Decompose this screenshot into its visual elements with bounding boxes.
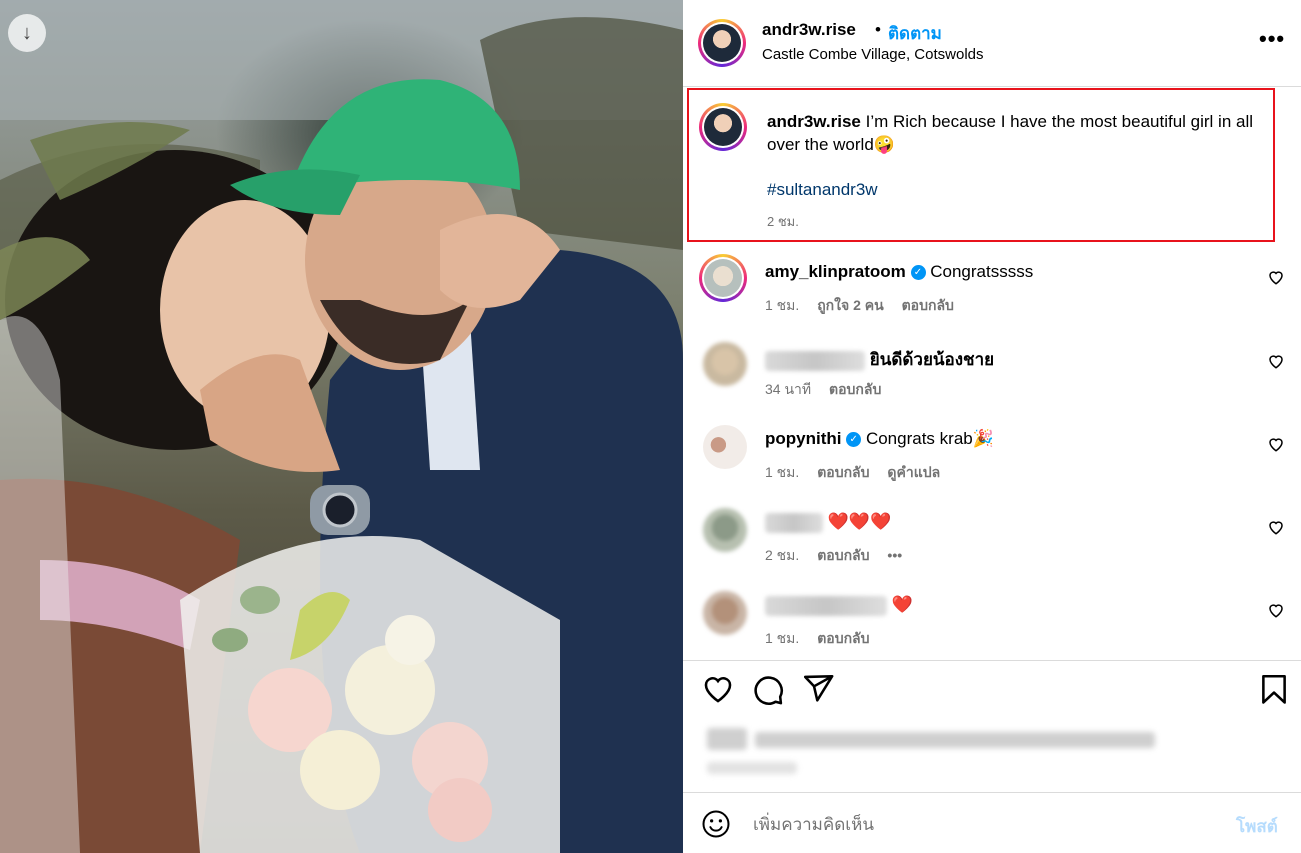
comment-username[interactable]: amy_klinpratoom: [765, 262, 906, 281]
comment-username-blurred[interactable]: [765, 512, 823, 533]
bookmark-icon[interactable]: [1257, 672, 1291, 706]
post-photo: ↓: [0, 0, 683, 853]
caption-avatar[interactable]: [699, 103, 747, 151]
comment-avatar[interactable]: [703, 342, 747, 386]
caption-hashtag[interactable]: #sultanandr3w: [767, 180, 878, 200]
comment-bubble-icon[interactable]: [751, 672, 785, 706]
comment-item: amy_klinpratoom ✓ Congratsssss 1 ชม. ถูก…: [683, 254, 1301, 338]
verified-badge-icon: ✓: [846, 432, 862, 448]
comment-like-heart-icon[interactable]: [1267, 518, 1285, 536]
heart-icon[interactable]: [701, 672, 735, 706]
download-arrow-icon: ↓: [22, 21, 32, 44]
comment-time: 1 ชม.: [765, 297, 800, 313]
comment-avatar[interactable]: [703, 425, 747, 469]
comment-like-heart-icon[interactable]: [1267, 268, 1285, 286]
download-button[interactable]: ↓: [8, 14, 46, 52]
caption-time: 2 ชม.: [767, 214, 799, 229]
post-button[interactable]: โพสต์: [1236, 813, 1278, 840]
paper-plane-icon[interactable]: [801, 672, 835, 706]
comment-time: 1 ชม.: [765, 464, 800, 480]
author-username[interactable]: andr3w.rise: [762, 20, 856, 40]
comment-text: ❤️: [891, 595, 913, 614]
comment-item: ❤️❤️❤️ 2 ชม. ตอบกลับ •••: [683, 508, 1301, 588]
comment-avatar[interactable]: [703, 508, 747, 552]
comment-time: 34 นาที: [765, 381, 812, 397]
comment-avatar[interactable]: [703, 591, 747, 635]
more-options-icon[interactable]: •••: [1259, 26, 1285, 52]
comment-like-heart-icon[interactable]: [1267, 352, 1285, 370]
post-panel: andr3w.rise • ติดตาม Castle Combe Villag…: [683, 0, 1301, 853]
comment-text: ยินดีด้วยน้องชาย: [869, 350, 995, 369]
comment-like-heart-icon[interactable]: [1267, 435, 1285, 453]
photo-illustration: [0, 0, 683, 853]
comment-text: ❤️❤️❤️: [827, 512, 892, 531]
comment-avatar[interactable]: [699, 254, 747, 302]
likes-summary-blurred: [683, 712, 1301, 790]
see-translation-button[interactable]: ดูคำแปล: [887, 464, 940, 480]
comment-item: ❤️ 1 ชม. ตอบกลับ: [683, 591, 1301, 671]
comment-username[interactable]: popynithi: [765, 429, 841, 448]
divider: [683, 660, 1301, 661]
add-comment-bar: โพสต์: [683, 793, 1301, 853]
comment-username-blurred[interactable]: [765, 595, 887, 616]
reply-button[interactable]: ตอบกลับ: [817, 464, 869, 480]
comment-time: 1 ชม.: [765, 630, 800, 646]
follow-button[interactable]: ติดตาม: [888, 20, 942, 47]
comment-text: Congrats krab🎉: [865, 429, 994, 448]
verified-badge-icon: ✓: [910, 265, 926, 281]
action-bar: [683, 672, 1301, 712]
comment-likes-count[interactable]: ถูกใจ 2 คน: [817, 297, 884, 313]
reply-button[interactable]: ตอบกลับ: [902, 297, 954, 313]
comment-time: 2 ชม.: [765, 547, 800, 563]
reply-button[interactable]: ตอบกลับ: [829, 381, 881, 397]
comment-like-heart-icon[interactable]: [1267, 601, 1285, 619]
caption: andr3w.rise I’m Rich because I have the …: [767, 110, 1267, 156]
comment-more-options-icon[interactable]: •••: [887, 547, 902, 563]
comment-username-blurred[interactable]: [765, 350, 865, 371]
separator-dot: •: [875, 20, 881, 39]
smiley-icon[interactable]: [701, 809, 731, 839]
comment-input[interactable]: [751, 811, 1215, 839]
reply-button[interactable]: ตอบกลับ: [817, 547, 869, 563]
comment-item: ยินดีด้วยน้องชาย 34 นาที ตอบกลับ: [683, 342, 1301, 422]
reply-button[interactable]: ตอบกลับ: [817, 630, 869, 646]
post-header: andr3w.rise • ติดตาม Castle Combe Villag…: [683, 0, 1301, 86]
author-avatar[interactable]: [698, 19, 746, 67]
post-location[interactable]: Castle Combe Village, Cotswolds: [762, 46, 984, 63]
divider: [683, 86, 1301, 87]
caption-highlight: andr3w.rise I’m Rich because I have the …: [687, 88, 1275, 242]
comment-item: popynithi ✓ Congrats krab🎉 1 ชม. ตอบกลับ…: [683, 425, 1301, 505]
caption-username[interactable]: andr3w.rise: [767, 112, 861, 131]
comment-text: Congratsssss: [930, 262, 1034, 281]
